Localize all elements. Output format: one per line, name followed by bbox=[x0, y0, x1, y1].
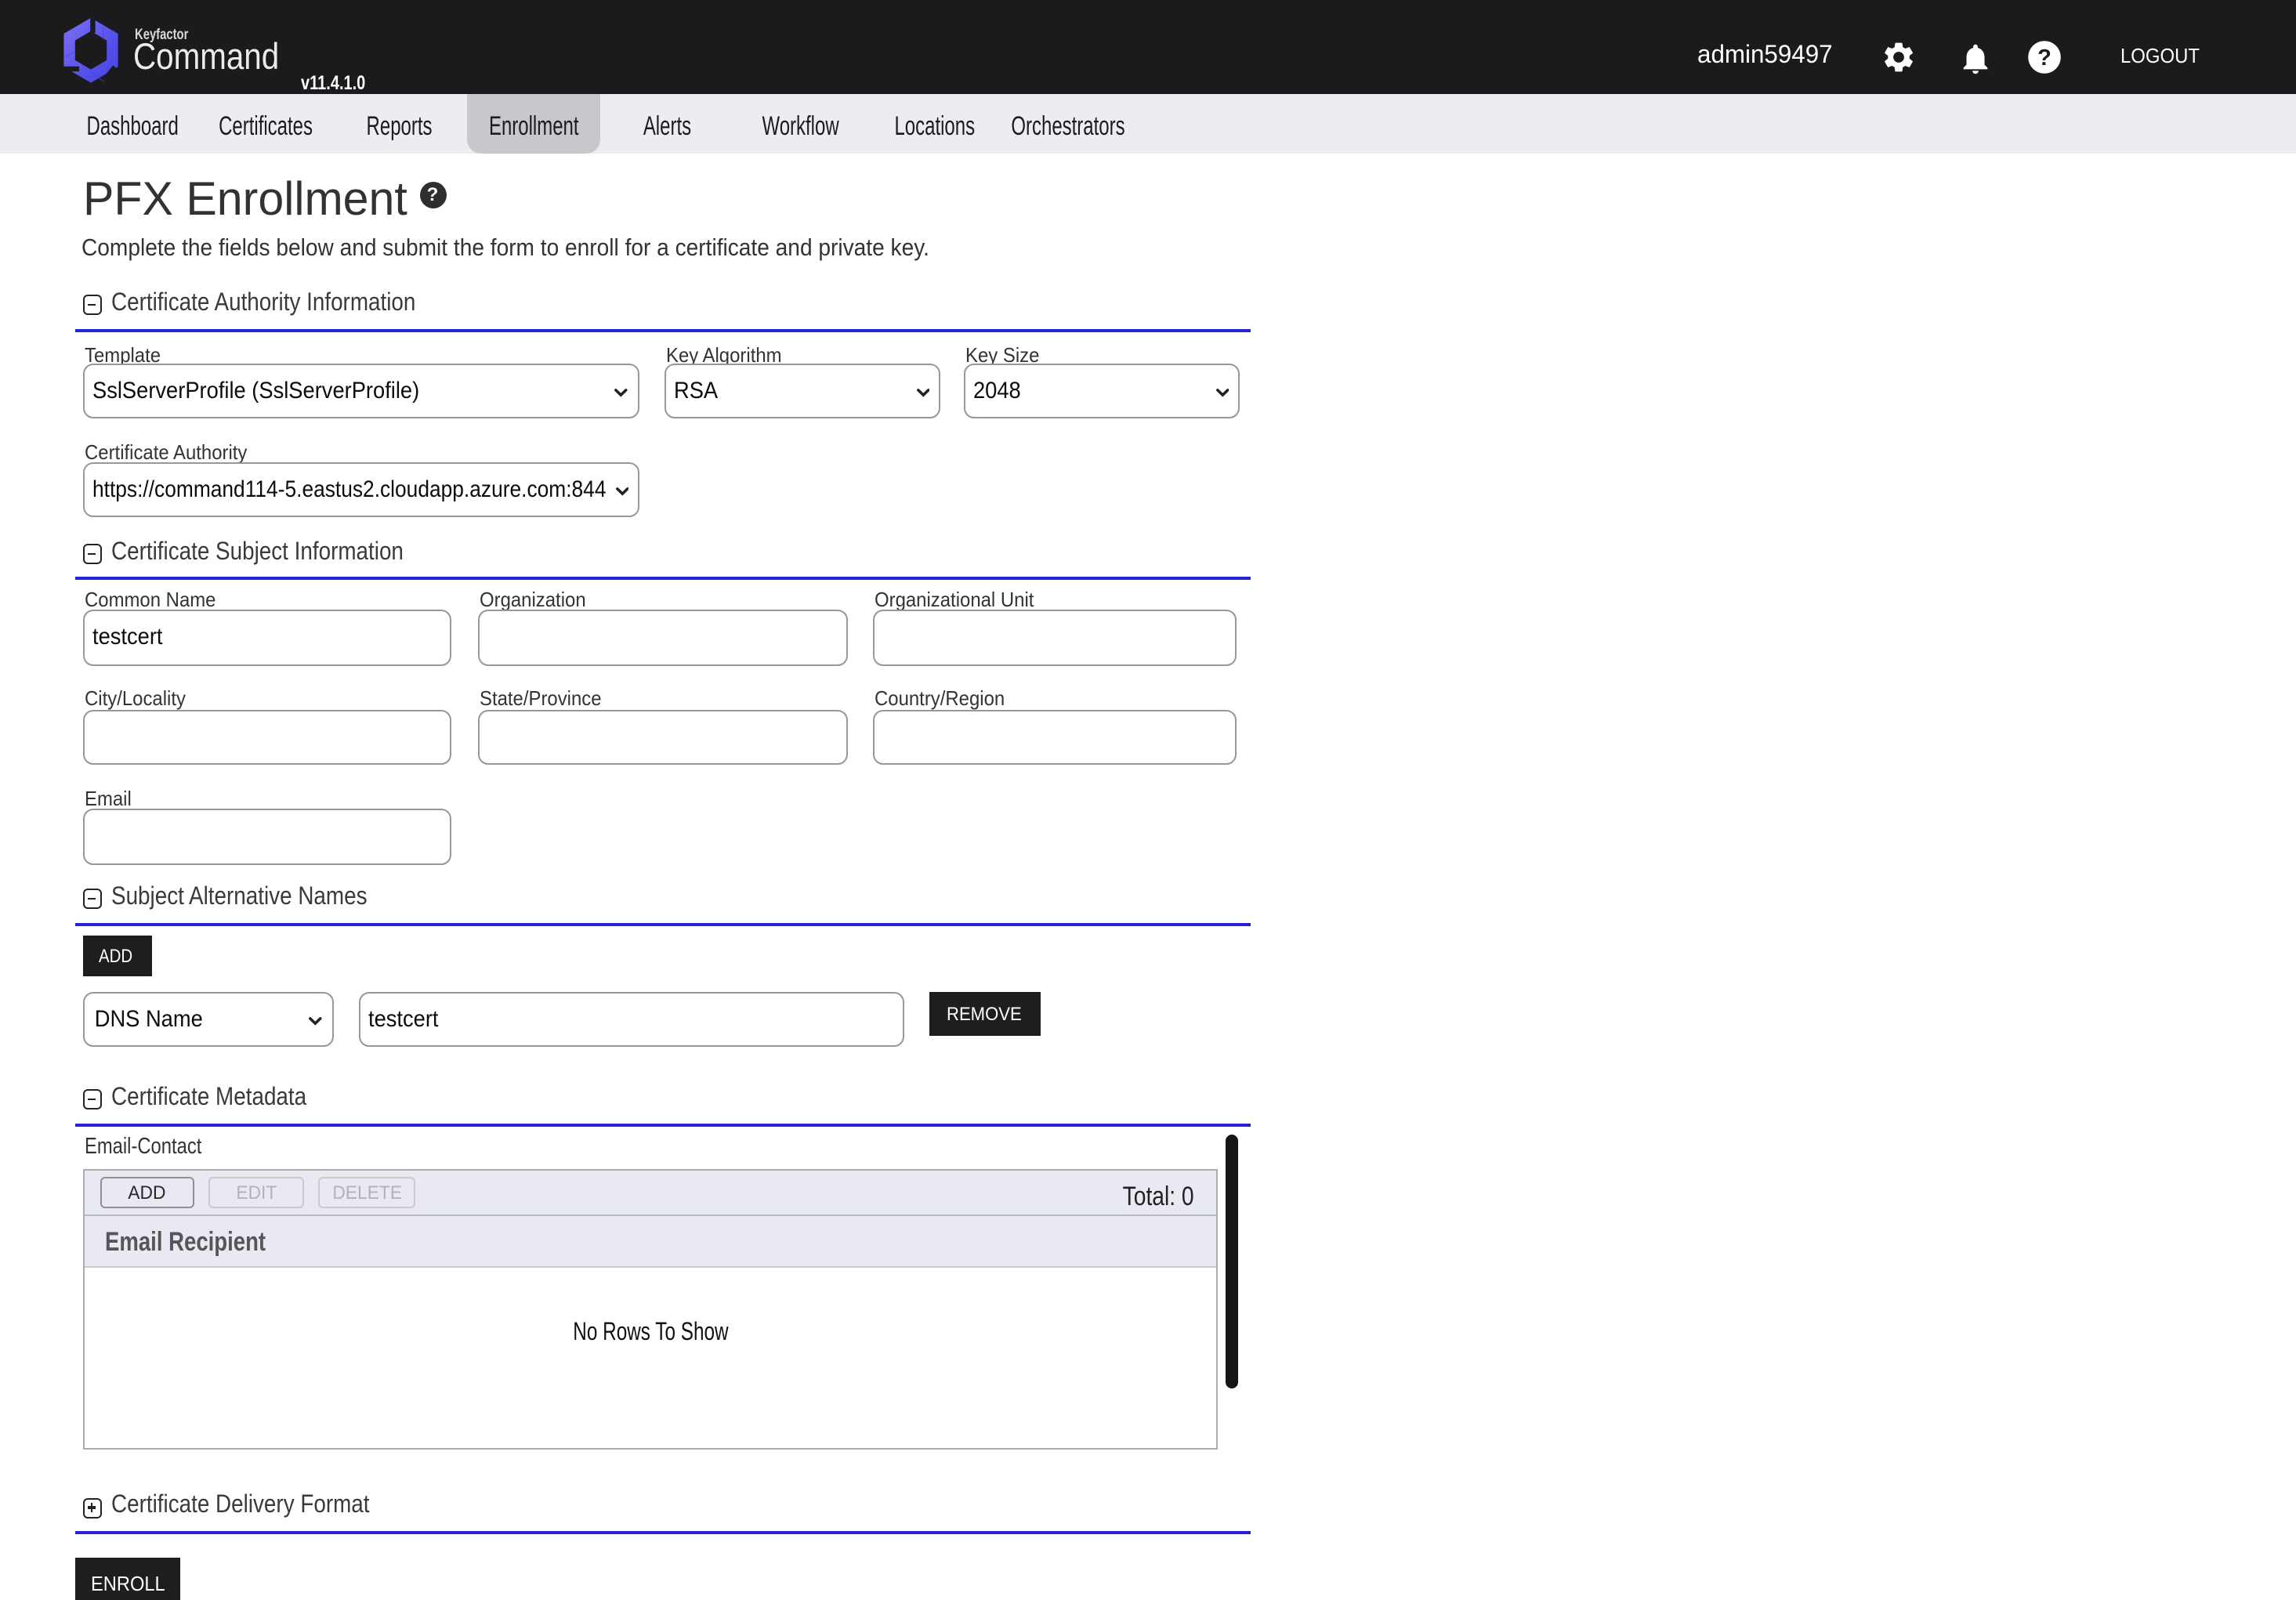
svg-text:?: ? bbox=[2037, 45, 2052, 70]
